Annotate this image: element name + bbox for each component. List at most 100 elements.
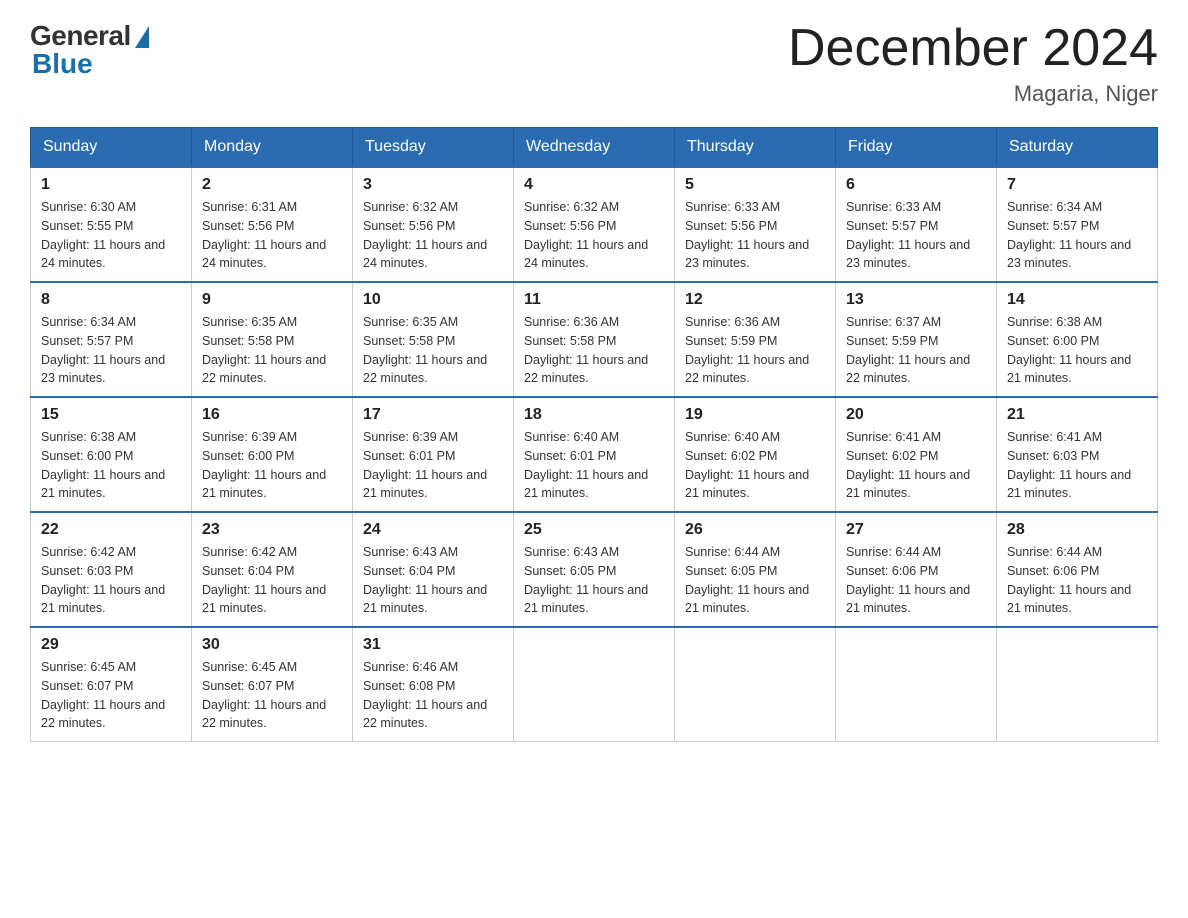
calendar-header-thursday: Thursday <box>675 128 836 168</box>
day-info: Sunrise: 6:33 AMSunset: 5:57 PMDaylight:… <box>846 198 986 273</box>
day-number: 16 <box>202 406 342 424</box>
calendar-cell: 10 Sunrise: 6:35 AMSunset: 5:58 PMDayligh… <box>353 282 514 397</box>
day-info: Sunrise: 6:40 AMSunset: 6:02 PMDaylight:… <box>685 428 825 503</box>
day-info: Sunrise: 6:39 AMSunset: 6:00 PMDaylight:… <box>202 428 342 503</box>
day-info: Sunrise: 6:37 AMSunset: 5:59 PMDaylight:… <box>846 313 986 388</box>
calendar-cell: 15 Sunrise: 6:38 AMSunset: 6:00 PMDayligh… <box>31 397 192 512</box>
day-number: 17 <box>363 406 503 424</box>
day-number: 15 <box>41 406 181 424</box>
day-info: Sunrise: 6:30 AMSunset: 5:55 PMDaylight:… <box>41 198 181 273</box>
day-number: 30 <box>202 636 342 654</box>
day-info: Sunrise: 6:34 AMSunset: 5:57 PMDaylight:… <box>1007 198 1147 273</box>
day-number: 10 <box>363 291 503 309</box>
calendar-cell: 1 Sunrise: 6:30 AMSunset: 5:55 PMDaylight… <box>31 167 192 282</box>
day-number: 29 <box>41 636 181 654</box>
calendar-cell: 25 Sunrise: 6:43 AMSunset: 6:05 PMDayligh… <box>514 512 675 627</box>
day-number: 6 <box>846 176 986 194</box>
calendar-cell: 6 Sunrise: 6:33 AMSunset: 5:57 PMDaylight… <box>836 167 997 282</box>
day-info: Sunrise: 6:45 AMSunset: 6:07 PMDaylight:… <box>202 658 342 733</box>
day-info: Sunrise: 6:41 AMSunset: 6:03 PMDaylight:… <box>1007 428 1147 503</box>
day-number: 13 <box>846 291 986 309</box>
day-info: Sunrise: 6:38 AMSunset: 6:00 PMDaylight:… <box>41 428 181 503</box>
calendar-cell: 5Sunrise: 6:33 AMSunset: 5:56 PMDaylight… <box>675 167 836 282</box>
month-title: December 2024 <box>788 20 1158 77</box>
calendar-cell: 12 Sunrise: 6:36 AMSunset: 5:59 PMDayligh… <box>675 282 836 397</box>
calendar-cell: 18 Sunrise: 6:40 AMSunset: 6:01 PMDayligh… <box>514 397 675 512</box>
day-number: 25 <box>524 521 664 539</box>
day-info: Sunrise: 6:35 AMSunset: 5:58 PMDaylight:… <box>363 313 503 388</box>
week-row-3: 15 Sunrise: 6:38 AMSunset: 6:00 PMDayligh… <box>31 397 1158 512</box>
week-row-2: 8 Sunrise: 6:34 AMSunset: 5:57 PMDaylight… <box>31 282 1158 397</box>
calendar-cell: 7 Sunrise: 6:34 AMSunset: 5:57 PMDaylight… <box>997 167 1158 282</box>
page-header: General Blue December 2024 Magaria, Nige… <box>30 20 1158 107</box>
day-info: Sunrise: 6:32 AMSunset: 5:56 PMDaylight:… <box>363 198 503 273</box>
calendar-cell: 23Sunrise: 6:42 AMSunset: 6:04 PMDayligh… <box>192 512 353 627</box>
day-info: Sunrise: 6:43 AMSunset: 6:04 PMDaylight:… <box>363 543 503 618</box>
day-number: 9 <box>202 291 342 309</box>
day-number: 1 <box>41 176 181 194</box>
calendar-header-tuesday: Tuesday <box>353 128 514 168</box>
calendar-cell: 16 Sunrise: 6:39 AMSunset: 6:00 PMDayligh… <box>192 397 353 512</box>
calendar-cell: 14 Sunrise: 6:38 AMSunset: 6:00 PMDayligh… <box>997 282 1158 397</box>
day-number: 7 <box>1007 176 1147 194</box>
logo-triangle-icon <box>135 26 149 48</box>
day-info: Sunrise: 6:45 AMSunset: 6:07 PMDaylight:… <box>41 658 181 733</box>
day-info: Sunrise: 6:42 AMSunset: 6:03 PMDaylight:… <box>41 543 181 618</box>
calendar-cell: 29 Sunrise: 6:45 AMSunset: 6:07 PMDayligh… <box>31 627 192 742</box>
calendar-header-row: SundayMondayTuesdayWednesdayThursdayFrid… <box>31 128 1158 168</box>
calendar-header-sunday: Sunday <box>31 128 192 168</box>
day-number: 3 <box>363 176 503 194</box>
calendar-cell: 2 Sunrise: 6:31 AMSunset: 5:56 PMDaylight… <box>192 167 353 282</box>
day-number: 8 <box>41 291 181 309</box>
day-info: Sunrise: 6:31 AMSunset: 5:56 PMDaylight:… <box>202 198 342 273</box>
title-section: December 2024 Magaria, Niger <box>788 20 1158 107</box>
day-number: 20 <box>846 406 986 424</box>
day-number: 2 <box>202 176 342 194</box>
calendar-cell: 4 Sunrise: 6:32 AMSunset: 5:56 PMDaylight… <box>514 167 675 282</box>
calendar-header-monday: Monday <box>192 128 353 168</box>
day-info: Sunrise: 6:43 AMSunset: 6:05 PMDaylight:… <box>524 543 664 618</box>
calendar-cell: 31 Sunrise: 6:46 AMSunset: 6:08 PMDayligh… <box>353 627 514 742</box>
calendar-cell: 19 Sunrise: 6:40 AMSunset: 6:02 PMDayligh… <box>675 397 836 512</box>
day-info: Sunrise: 6:41 AMSunset: 6:02 PMDaylight:… <box>846 428 986 503</box>
day-info: Sunrise: 6:33 AMSunset: 5:56 PMDaylight:… <box>685 198 825 273</box>
week-row-1: 1 Sunrise: 6:30 AMSunset: 5:55 PMDaylight… <box>31 167 1158 282</box>
day-info: Sunrise: 6:34 AMSunset: 5:57 PMDaylight:… <box>41 313 181 388</box>
calendar-cell: 28 Sunrise: 6:44 AMSunset: 6:06 PMDayligh… <box>997 512 1158 627</box>
calendar-cell <box>675 627 836 742</box>
calendar-cell: 17 Sunrise: 6:39 AMSunset: 6:01 PMDayligh… <box>353 397 514 512</box>
day-number: 23 <box>202 521 342 539</box>
day-number: 28 <box>1007 521 1147 539</box>
day-info: Sunrise: 6:38 AMSunset: 6:00 PMDaylight:… <box>1007 313 1147 388</box>
day-number: 22 <box>41 521 181 539</box>
day-number: 18 <box>524 406 664 424</box>
calendar-header-wednesday: Wednesday <box>514 128 675 168</box>
week-row-5: 29 Sunrise: 6:45 AMSunset: 6:07 PMDayligh… <box>31 627 1158 742</box>
calendar-cell: 3 Sunrise: 6:32 AMSunset: 5:56 PMDaylight… <box>353 167 514 282</box>
day-number: 24 <box>363 521 503 539</box>
week-row-4: 22 Sunrise: 6:42 AMSunset: 6:03 PMDayligh… <box>31 512 1158 627</box>
day-number: 19 <box>685 406 825 424</box>
day-number: 4 <box>524 176 664 194</box>
calendar-cell: 27Sunrise: 6:44 AMSunset: 6:06 PMDayligh… <box>836 512 997 627</box>
day-info: Sunrise: 6:32 AMSunset: 5:56 PMDaylight:… <box>524 198 664 273</box>
calendar-cell: 30 Sunrise: 6:45 AMSunset: 6:07 PMDayligh… <box>192 627 353 742</box>
day-info: Sunrise: 6:39 AMSunset: 6:01 PMDaylight:… <box>363 428 503 503</box>
day-info: Sunrise: 6:44 AMSunset: 6:06 PMDaylight:… <box>1007 543 1147 618</box>
calendar-cell: 26Sunrise: 6:44 AMSunset: 6:05 PMDayligh… <box>675 512 836 627</box>
calendar-header-saturday: Saturday <box>997 128 1158 168</box>
day-number: 11 <box>524 291 664 309</box>
day-number: 31 <box>363 636 503 654</box>
calendar-cell: 8 Sunrise: 6:34 AMSunset: 5:57 PMDaylight… <box>31 282 192 397</box>
day-info: Sunrise: 6:35 AMSunset: 5:58 PMDaylight:… <box>202 313 342 388</box>
day-number: 12 <box>685 291 825 309</box>
day-number: 21 <box>1007 406 1147 424</box>
day-info: Sunrise: 6:46 AMSunset: 6:08 PMDaylight:… <box>363 658 503 733</box>
day-info: Sunrise: 6:36 AMSunset: 5:58 PMDaylight:… <box>524 313 664 388</box>
calendar-cell: 20 Sunrise: 6:41 AMSunset: 6:02 PMDayligh… <box>836 397 997 512</box>
day-info: Sunrise: 6:44 AMSunset: 6:06 PMDaylight:… <box>846 543 986 618</box>
day-info: Sunrise: 6:40 AMSunset: 6:01 PMDaylight:… <box>524 428 664 503</box>
logo-blue-text: Blue <box>30 48 93 80</box>
day-info: Sunrise: 6:36 AMSunset: 5:59 PMDaylight:… <box>685 313 825 388</box>
day-number: 14 <box>1007 291 1147 309</box>
